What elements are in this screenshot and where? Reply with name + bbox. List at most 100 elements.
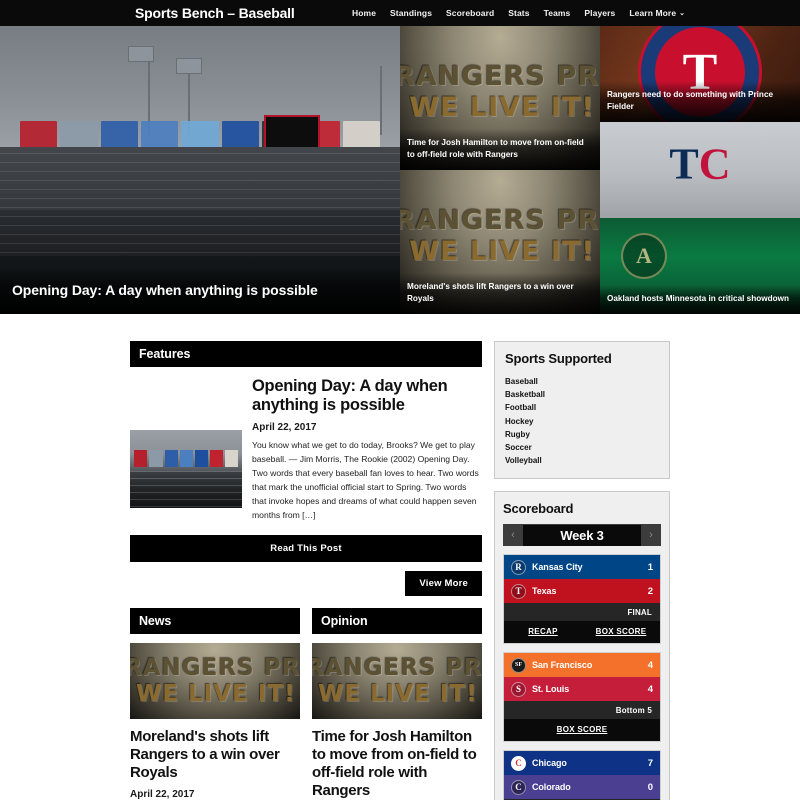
game-card[interactable]: SF San Francisco 4 S St. Louis 4 Bottom … <box>503 652 661 743</box>
nav-item-stats[interactable]: Stats <box>508 8 529 18</box>
site-header: Sports Bench – Baseball Home Standings S… <box>0 0 800 26</box>
game-card[interactable]: R Kansas City 1 T Texas 2 FINAL RECAP BO… <box>503 554 661 645</box>
site-title: Sports Bench – Baseball <box>135 5 295 21</box>
texas-rangers-logo-icon: T <box>511 583 526 599</box>
twins-t-glyph: T <box>669 139 699 189</box>
home-team-score: 2 <box>647 585 653 597</box>
opinion-section-header: Opinion <box>312 607 482 634</box>
news-section-header: News <box>130 607 300 634</box>
away-team-name: Kansas City <box>532 562 583 573</box>
pride-wall-text-line2: WE LIVE IT! <box>409 236 595 268</box>
scoreboard-title: Scoreboard <box>503 501 574 517</box>
nav-item-home[interactable]: Home <box>352 8 376 18</box>
game-status: FINAL <box>504 603 660 622</box>
game-links: RECAP BOX SCORE <box>504 621 660 644</box>
home-team-score: 0 <box>647 781 653 793</box>
page-body: Features Opening Day: A day when anythin… <box>0 314 800 800</box>
colorado-rockies-logo-icon: C <box>511 779 526 795</box>
minnesota-twins-logo-icon: TC <box>669 139 730 190</box>
chevron-left-icon[interactable]: ‹ <box>503 524 523 547</box>
ad-board <box>224 450 238 468</box>
game-status: Bottom 5 <box>504 701 660 720</box>
box-score-link[interactable]: BOX SCORE <box>504 719 660 741</box>
chicago-cubs-logo-icon: C <box>511 755 526 771</box>
game-home-team-row: C Colorado 0 <box>504 775 660 800</box>
home-team-name: Texas <box>532 586 557 597</box>
hero-item-title: Moreland's shots lift Rangers to a win o… <box>400 273 600 314</box>
feature-article-excerpt: You know what we get to do today, Brooks… <box>252 440 479 520</box>
san-francisco-giants-logo-icon: SF <box>511 657 526 673</box>
game-home-team-row: T Texas 2 <box>504 579 660 604</box>
news-article-title[interactable]: Moreland's shots lift Rangers to a win o… <box>130 728 300 782</box>
away-team-score: 7 <box>647 757 653 769</box>
view-more-row: View More <box>130 570 482 596</box>
sports-list-item-hockey[interactable]: Hockey <box>505 415 659 428</box>
hero-item-oakland[interactable]: Oakland hosts Minnesota in critical show… <box>600 218 800 314</box>
nav-item-learn-more[interactable]: Learn More ⌄ <box>629 8 685 18</box>
game-home-team-row: S St. Louis 4 <box>504 677 660 702</box>
sports-list-item-basketball[interactable]: Basketball <box>505 388 659 401</box>
pride-wall-text-line2: WE LIVE IT! <box>136 680 296 707</box>
features-section-header: Features <box>130 341 482 367</box>
hero-item-title: Rangers need to do something with Prince… <box>600 81 800 122</box>
thumbnail-ad-boards <box>134 450 238 468</box>
view-more-button[interactable]: View More <box>405 570 482 596</box>
sports-list-item-volleyball[interactable]: Volleyball <box>505 454 659 467</box>
sports-list-item-soccer[interactable]: Soccer <box>505 441 659 454</box>
news-column: News RANGERS PRIDE WE LIVE IT! Moreland'… <box>130 607 300 800</box>
away-team-score: 4 <box>647 659 653 671</box>
sports-list-item-rugby[interactable]: Rugby <box>505 428 659 441</box>
nav-item-players[interactable]: Players <box>584 8 615 18</box>
nav-item-teams[interactable]: Teams <box>544 8 571 18</box>
light-bank-icon <box>176 57 202 74</box>
st-louis-cardinals-logo-icon: S <box>511 681 526 697</box>
pride-wall-text-line1: RANGERS PRIDE <box>400 204 600 236</box>
opinion-article-image[interactable]: RANGERS PRIDE WE LIVE IT! <box>312 642 482 719</box>
opinion-column: Opinion RANGERS PRIDE WE LIVE IT! Time f… <box>312 607 482 800</box>
stadium-seating-rows <box>0 152 400 257</box>
hero-featured-item[interactable]: Opening Day: A day when anything is poss… <box>0 26 400 314</box>
nav-item-standings[interactable]: Standings <box>390 8 432 18</box>
game-card[interactable]: C Chicago 7 C Colorado 0 Top 5 BOX SCORE <box>503 750 661 800</box>
nav-item-scoreboard[interactable]: Scoreboard <box>446 8 494 18</box>
feature-article-thumbnail <box>130 430 242 508</box>
feature-article-title[interactable]: Opening Day: A day when anything is poss… <box>252 377 482 415</box>
main-navigation: Home Standings Scoreboard Stats Teams Pl… <box>352 8 685 18</box>
feature-article-date: April 22, 2017 <box>252 422 317 434</box>
home-team-score: 4 <box>647 683 653 695</box>
game-away-team-row: SF San Francisco 4 <box>504 653 660 678</box>
hero-featured-caption: Opening Day: A day when anything is poss… <box>0 268 400 314</box>
sports-supported-list: Baseball Basketball Football Hockey Rugb… <box>505 375 659 467</box>
news-opinion-row: News RANGERS PRIDE WE LIVE IT! Moreland'… <box>130 607 482 800</box>
opinion-article-title[interactable]: Time for Josh Hamilton to move from on-f… <box>312 728 482 800</box>
twins-c-glyph: C <box>698 139 731 189</box>
main-column: Features Opening Day: A day when anythin… <box>130 341 482 800</box>
read-this-post-button[interactable]: Read This Post <box>130 534 482 562</box>
sports-list-item-baseball[interactable]: Baseball <box>505 375 659 388</box>
chevron-right-icon[interactable]: › <box>641 524 661 547</box>
chevron-down-icon: ⌄ <box>679 9 686 17</box>
ad-board <box>134 450 148 468</box>
feature-article[interactable]: Opening Day: A day when anything is poss… <box>130 367 482 523</box>
light-pole-icon <box>380 66 382 136</box>
feature-article-body: Opening Day: A day when anything is poss… <box>252 377 482 523</box>
news-article-image[interactable]: RANGERS PRIDE WE LIVE IT! <box>130 642 300 719</box>
hero-featured-title: Opening Day: A day when anything is poss… <box>12 282 318 298</box>
pride-wall-text-line1: RANGERS PRIDE <box>400 60 600 92</box>
hero-item-josh-hamilton[interactable]: RANGERS PRIDE WE LIVE IT! Time for Josh … <box>400 26 600 170</box>
recap-link[interactable]: RECAP <box>504 621 582 643</box>
box-score-link[interactable]: BOX SCORE <box>582 621 660 643</box>
hero-item-moreland[interactable]: RANGERS PRIDE WE LIVE IT! Moreland's sho… <box>400 170 600 314</box>
away-team-name: Chicago <box>532 758 567 769</box>
content-container: Features Opening Day: A day when anythin… <box>130 314 670 800</box>
hero-item-twins-wall[interactable]: TC <box>600 122 800 218</box>
game-away-team-row: C Chicago 7 <box>504 751 660 776</box>
week-label: Week 3 <box>523 524 641 546</box>
sports-list-item-football[interactable]: Football <box>505 401 659 414</box>
hero-item-prince-fielder[interactable]: Rangers need to do something with Prince… <box>600 26 800 122</box>
sports-supported-title: Sports Supported <box>505 351 612 366</box>
oakland-athletics-logo-icon <box>621 233 667 280</box>
game-links: BOX SCORE <box>504 719 660 742</box>
ad-board <box>209 450 223 468</box>
nav-item-learn-more-label: Learn More <box>629 8 677 18</box>
